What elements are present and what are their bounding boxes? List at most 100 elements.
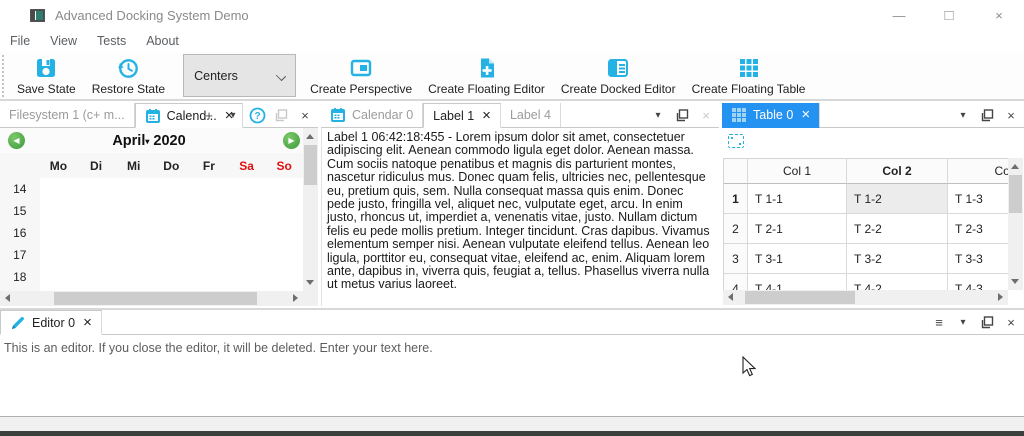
scrollbar-thumb[interactable] <box>304 145 317 185</box>
tab-filesystem-1-c-m[interactable]: Filesystem 1 (c+ m... <box>0 103 135 127</box>
table-row: 4T 4-1T 4-2T 4-3 <box>724 274 1008 290</box>
hamburger-icon[interactable]: ≡ <box>928 312 950 332</box>
scroll-up-icon[interactable] <box>306 134 314 139</box>
toolbar-button-label: Create Floating Editor <box>428 82 545 96</box>
menu-item-tests[interactable]: Tests <box>87 31 136 51</box>
table-vertical-scrollbar[interactable] <box>1008 158 1023 290</box>
scroll-right-icon[interactable] <box>293 294 298 302</box>
column-header[interactable]: Col 3 <box>948 159 1008 184</box>
month-dropdown-icon: ▾ <box>145 137 149 146</box>
row-header[interactable]: 3 <box>724 244 748 274</box>
svg-text:?: ? <box>254 111 260 122</box>
toolbar-button-create-docked-editor[interactable]: Create Docked Editor <box>553 53 684 99</box>
tab-calendar-0[interactable]: Calendar 0 <box>321 103 423 127</box>
close-icon[interactable]: × <box>294 105 316 125</box>
tab-close-icon[interactable]: × <box>482 109 491 123</box>
pencil-icon <box>10 315 26 331</box>
chevron-down-icon[interactable]: ▾ <box>647 105 669 125</box>
scrollbar-thumb[interactable] <box>745 291 855 304</box>
calendar-month[interactable]: April <box>112 133 145 149</box>
table-cell[interactable]: T 2-2 <box>847 214 948 244</box>
scroll-left-icon[interactable] <box>5 294 10 302</box>
calendar-days-background <box>40 178 303 291</box>
perspective-combobox[interactable]: Centers <box>183 54 296 97</box>
table-horizontal-scrollbar[interactable] <box>723 290 1008 305</box>
calendar-horizontal-scrollbar[interactable] <box>0 291 303 306</box>
tab-close-icon[interactable]: × <box>83 316 92 330</box>
chevron-down-icon[interactable]: ▾ <box>222 105 244 125</box>
week-number: 15 <box>0 204 40 218</box>
toolbar-button-save-state[interactable]: Save State <box>9 53 84 99</box>
calendar-year[interactable]: 2020 <box>153 133 185 149</box>
close-button[interactable]: × <box>974 0 1024 30</box>
table-cell[interactable]: T 1-1 <box>748 184 847 214</box>
scrollbar-thumb[interactable] <box>54 292 257 305</box>
undock-icon[interactable] <box>976 312 998 332</box>
toolbar-drag-handle[interactable] <box>2 55 9 97</box>
day-header-mi: Mi <box>115 159 153 173</box>
undock-icon[interactable] <box>671 105 693 125</box>
toolbar-button-label: Save State <box>17 82 76 96</box>
save-icon <box>34 56 58 80</box>
chevron-down-icon[interactable]: ▾ <box>952 105 974 125</box>
table-action-icon[interactable] <box>728 134 744 148</box>
scrollbar-thumb[interactable] <box>1009 175 1022 213</box>
toolbar-button-create-floating-table[interactable]: Create Floating Table <box>684 53 814 99</box>
row-header[interactable]: 4 <box>724 274 748 290</box>
row-header[interactable]: 2 <box>724 214 748 244</box>
table-cell[interactable]: T 3-1 <box>748 244 847 274</box>
column-header[interactable]: Col 1 <box>748 159 847 184</box>
tab-close-icon[interactable]: × <box>801 108 810 122</box>
table-cell[interactable]: T 2-3 <box>948 214 1008 244</box>
scroll-left-icon[interactable] <box>728 293 733 301</box>
calendar-month-year[interactable]: April▾ 2020 <box>0 133 298 149</box>
table-row: 2T 2-1T 2-2T 2-3 <box>724 214 1008 244</box>
table-cell[interactable]: T 1-2 <box>847 184 948 214</box>
day-header-mo: Mo <box>40 159 78 173</box>
next-month-icon[interactable]: ▶ <box>283 132 300 149</box>
column-header[interactable]: Col 2 <box>847 159 948 184</box>
maximize-button[interactable]: □ <box>924 0 974 30</box>
scroll-down-icon[interactable] <box>306 280 314 285</box>
undock-icon[interactable] <box>976 105 998 125</box>
scroll-right-icon[interactable] <box>998 293 1003 301</box>
menu-item-view[interactable]: View <box>40 31 87 51</box>
calendar-icon <box>145 108 161 124</box>
toolbar-button-label: Restore State <box>92 82 165 96</box>
close-icon[interactable]: × <box>1000 105 1022 125</box>
scroll-up-icon[interactable] <box>1011 164 1019 169</box>
menu-item-file[interactable]: File <box>0 31 40 51</box>
chevron-down-icon[interactable]: ▾ <box>952 312 974 332</box>
toolbar: Save State Restore State Centers Create P… <box>0 52 1024 101</box>
editor-text[interactable]: This is an editor. If you close the edit… <box>0 335 1024 361</box>
toolbar-button-restore-state[interactable]: Restore State <box>84 53 173 99</box>
minimize-button[interactable]: — <box>874 0 924 30</box>
table-cell[interactable]: T 3-3 <box>948 244 1008 274</box>
help-icon[interactable]: ? <box>246 105 268 125</box>
table-cell[interactable]: T 2-1 <box>748 214 847 244</box>
table-cell[interactable]: T 3-2 <box>847 244 948 274</box>
table-cell[interactable]: T 4-3 <box>948 274 1008 290</box>
close-icon[interactable]: × <box>1000 312 1022 332</box>
panel-titlebar-buttons: ▾× <box>647 103 717 127</box>
window-title: Advanced Docking System Demo <box>55 8 249 23</box>
toolbar-button-create-perspective[interactable]: Create Perspective <box>302 53 420 99</box>
add-tab-icon[interactable]: + <box>198 105 220 125</box>
center-dock-panel: Calendar 0Label 1×Label 4▾× Label 1 06:4… <box>321 103 719 306</box>
tab-label: Table 0 <box>753 108 793 122</box>
tab-label-4[interactable]: Label 4 <box>501 103 561 127</box>
table-cell[interactable]: T 4-2 <box>847 274 948 290</box>
scroll-down-icon[interactable] <box>1011 279 1019 284</box>
toolbar-button-create-floating-editor[interactable]: Create Floating Editor <box>420 53 553 99</box>
day-header-do: Do <box>152 159 190 173</box>
table-cell[interactable]: T 1-3 <box>948 184 1008 214</box>
calendar-grid: MoDiMiDoFrSaSo14303112345156789101112161… <box>0 153 303 291</box>
table-cell[interactable]: T 4-1 <box>748 274 847 290</box>
tab-label-1[interactable]: Label 1× <box>423 103 501 128</box>
tab-editor-0[interactable]: Editor 0× <box>0 310 102 335</box>
row-header[interactable]: 1 <box>724 184 748 214</box>
window-bottom-edge <box>0 431 1024 436</box>
calendar-vertical-scrollbar[interactable] <box>303 128 318 291</box>
tab-table-0[interactable]: Table 0 × <box>722 103 820 128</box>
menu-item-about[interactable]: About <box>136 31 189 51</box>
